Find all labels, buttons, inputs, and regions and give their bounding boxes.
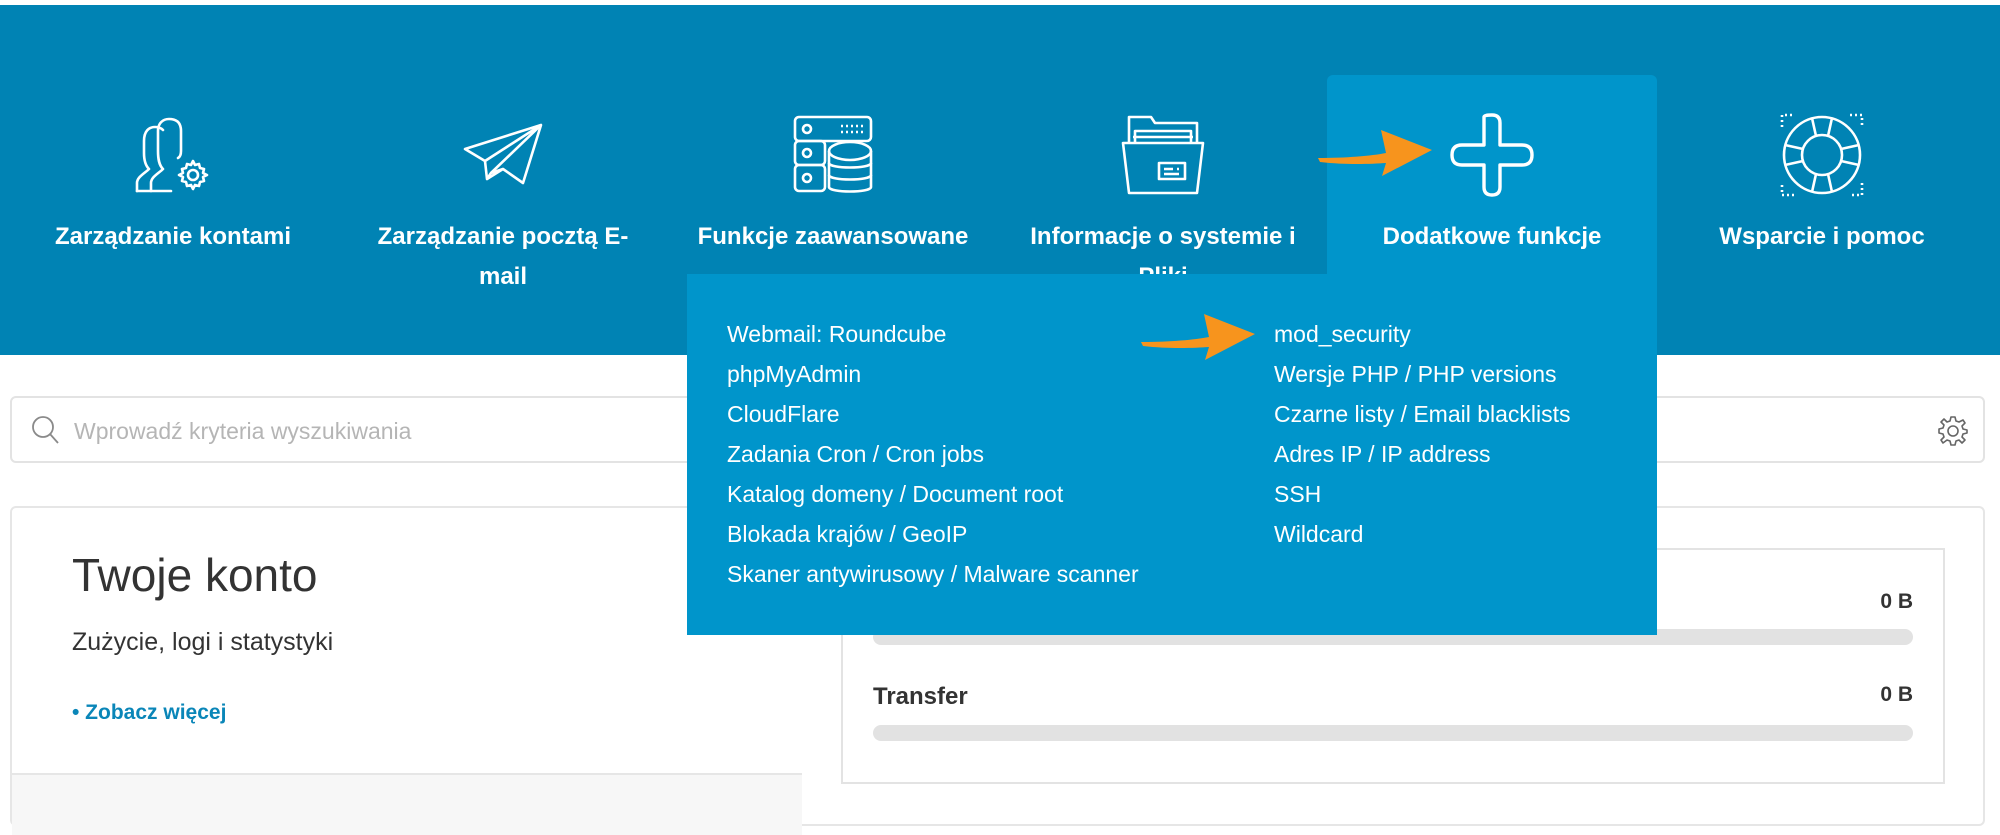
card-footer	[12, 773, 802, 835]
nav-item-email-management[interactable]: Zarządzanie pocztą E-mail	[338, 75, 668, 355]
search-icon	[32, 416, 59, 444]
usage-progress-bar	[873, 725, 1913, 741]
annotation-arrow-icon	[1141, 314, 1255, 360]
menu-item-geoip[interactable]: Blokada krajów / GeoIP	[727, 514, 1139, 554]
dropdown-column-left: Webmail: Roundcube phpMyAdmin CloudFlare…	[727, 314, 1139, 594]
menu-item-cloudflare[interactable]: CloudFlare	[727, 394, 1139, 434]
menu-item-php-versions[interactable]: Wersje PHP / PHP versions	[1274, 354, 1571, 394]
menu-item-phpmyadmin[interactable]: phpMyAdmin	[727, 354, 1139, 394]
lifebuoy-icon	[1780, 113, 1864, 197]
usage-row-transfer: Transfer 0 B	[873, 683, 1913, 713]
menu-item-email-blacklists[interactable]: Czarne listy / Email blacklists	[1274, 394, 1571, 434]
usage-value: 0 B	[1880, 683, 1913, 706]
server-database-icon	[791, 113, 875, 197]
dropdown-column-right: mod_security Wersje PHP / PHP versions C…	[1274, 314, 1571, 554]
menu-item-webmail-roundcube[interactable]: Webmail: Roundcube	[727, 314, 1139, 354]
users-gear-icon	[131, 113, 215, 197]
plus-icon	[1450, 113, 1534, 197]
nav-item-support-help[interactable]: Wsparcie i pomoc	[1657, 75, 1987, 355]
menu-item-malware-scanner[interactable]: Skaner antywirusowy / Malware scanner	[727, 554, 1139, 594]
menu-item-wildcard[interactable]: Wildcard	[1274, 514, 1571, 554]
usage-label: Transfer	[873, 683, 968, 710]
folder-files-icon	[1121, 113, 1205, 197]
additional-features-dropdown: Webmail: Roundcube phpMyAdmin CloudFlare…	[687, 274, 1657, 635]
nav-label: Zarządzanie pocztą E-mail	[377, 223, 629, 290]
card-subtitle: Zużycie, logi i statystyki	[72, 628, 334, 656]
usage-value: 0 B	[1880, 590, 1913, 613]
menu-item-ip-address[interactable]: Adres IP / IP address	[1274, 434, 1571, 474]
menu-item-document-root[interactable]: Katalog domeny / Document root	[727, 474, 1139, 514]
settings-gear-icon[interactable]	[1937, 415, 1969, 447]
nav-item-account-management[interactable]: Zarządzanie kontami	[8, 75, 338, 355]
nav-label: Zarządzanie kontami	[54, 223, 292, 250]
nav-label: Dodatkowe funkcje	[1382, 223, 1602, 250]
nav-label: Funkcje zaawansowane	[697, 223, 969, 250]
menu-item-cron-jobs[interactable]: Zadania Cron / Cron jobs	[727, 434, 1139, 474]
menu-item-mod-security[interactable]: mod_security	[1274, 314, 1571, 354]
menu-item-ssh[interactable]: SSH	[1274, 474, 1571, 514]
paper-plane-icon	[461, 113, 545, 197]
see-more-link[interactable]: • Zobacz więcej	[72, 701, 226, 725]
nav-label: Wsparcie i pomoc	[1719, 223, 1925, 250]
annotation-arrow-icon	[1318, 130, 1432, 176]
card-title: Twoje konto	[72, 549, 318, 601]
